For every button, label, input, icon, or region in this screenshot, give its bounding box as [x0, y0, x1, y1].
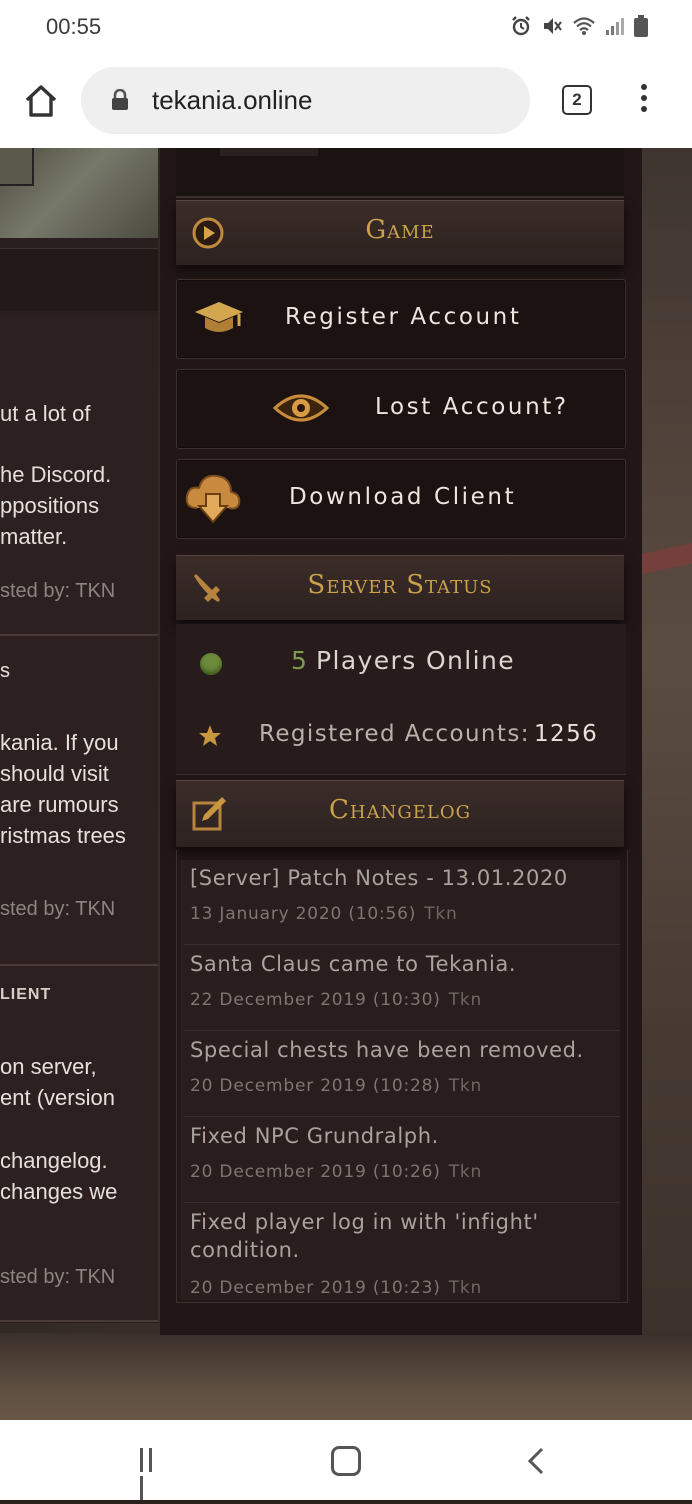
news-post-line: ristmas trees — [0, 823, 126, 848]
home-icon[interactable] — [22, 82, 60, 120]
url-text: tekania.online — [152, 85, 313, 115]
changelog-item-author: Tkn — [424, 904, 458, 924]
status-bar: 00:55 — [0, 0, 692, 58]
news-post-line: ut a lot of — [0, 401, 91, 426]
news-banner-image — [0, 148, 158, 238]
news-post-line: ent (version — [0, 1085, 115, 1110]
lost-account-label: Lost Account? — [375, 394, 569, 420]
online-status-dot — [200, 653, 222, 675]
changelog-item-meta: 22 December 2019 (10:30) Tkn — [190, 990, 482, 1010]
changelog-item-date: 20 December 2019 (10:23) — [190, 1278, 441, 1298]
lock-icon — [112, 89, 128, 110]
news-post-line: kania. If you — [0, 730, 119, 755]
eye-icon — [273, 394, 329, 422]
download-client-button[interactable]: Download Client — [176, 459, 626, 539]
news-post-line: changelog. — [0, 1148, 108, 1173]
star-icon — [199, 725, 221, 746]
sidebar: Game Register Account Lost Account? Down… — [160, 148, 642, 1335]
changelog-item[interactable]: Special chests have been removed. 20 Dec… — [184, 1032, 620, 1117]
registered-accounts-row: Registered Accounts: 1256 — [176, 698, 626, 775]
news-post-line: are rumours — [0, 792, 119, 817]
changelog-item[interactable]: Fixed NPC Grundralph. 20 December 2019 (… — [184, 1118, 620, 1203]
alarm-icon — [512, 16, 530, 36]
changelog-item-author: Tkn — [448, 1162, 483, 1182]
server-status-title: Server Status — [307, 570, 493, 600]
back-icon[interactable] — [526, 1446, 546, 1476]
changelog-item-title[interactable]: Fixed NPC Grundralph. — [190, 1122, 439, 1150]
changelog-item-date: 20 December 2019 (10:26) — [190, 1162, 441, 1182]
changelog-item-meta: 20 December 2019 (10:26) Tkn — [190, 1162, 482, 1182]
wifi-icon — [573, 17, 595, 35]
news-post: s kania. If you should visit are rumours… — [0, 636, 158, 966]
game-section-title: Game — [365, 215, 435, 245]
changelog-item-author: Tkn — [448, 1278, 483, 1298]
changelog-item-title[interactable]: Special chests have been removed. — [190, 1036, 584, 1064]
registered-accounts-count: 1256 — [534, 721, 599, 747]
lost-account-button[interactable]: Lost Account? — [176, 369, 626, 449]
changelog-title: Changelog — [329, 795, 471, 825]
news-post-line: on server, — [0, 1054, 97, 1079]
tabs-icon[interactable]: 2 — [562, 85, 592, 115]
changelog-item-author: Tkn — [448, 990, 483, 1010]
mute-icon — [544, 18, 562, 34]
server-status-header: Server Status — [176, 555, 624, 620]
changelog-item-meta: 20 December 2019 (10:23) Tkn — [190, 1278, 482, 1298]
news-post-byline: sted by: TKN — [0, 580, 116, 602]
background-ground — [0, 1333, 692, 1420]
news-post-title[interactable]: LIENT — [0, 986, 51, 1004]
changelog-item-title[interactable]: Santa Claus came to Tekania. — [190, 950, 516, 978]
changelog-item-date: 20 December 2019 (10:28) — [190, 1076, 441, 1096]
register-account-button[interactable]: Register Account — [176, 279, 626, 359]
status-icons — [510, 15, 648, 37]
news-post-line: he Discord. — [0, 462, 112, 487]
players-online-row: 5 Players Online — [176, 624, 626, 699]
changelog-item-title[interactable]: [Server] Patch Notes - 13.01.2020 — [190, 864, 568, 892]
news-post-title[interactable]: s — [0, 660, 10, 683]
changelog-list: [Server] Patch Notes - 13.01.2020 13 Jan… — [180, 860, 620, 1300]
changelog-item[interactable]: [Server] Patch Notes - 13.01.2020 13 Jan… — [184, 860, 620, 945]
background-art — [642, 148, 692, 1420]
signal-icon — [606, 18, 624, 35]
changelog-item-title[interactable]: Fixed player log in with 'infight' condi… — [190, 1208, 610, 1264]
battery-icon — [634, 15, 648, 37]
news-post-line: should visit — [0, 761, 109, 786]
browser-toolbar: tekania.online 2 — [0, 58, 692, 148]
web-page: ut a lot of he Discord. ppositions matte… — [0, 148, 692, 1420]
game-section-header: Game — [176, 200, 624, 265]
changelog-item-meta: 20 December 2019 (10:28) Tkn — [190, 1076, 482, 1096]
recent-apps-icon[interactable] — [140, 1448, 166, 1500]
cloud-download-icon — [185, 474, 241, 524]
changelog-item[interactable]: Santa Claus came to Tekania. 22 December… — [184, 946, 620, 1031]
url-bar[interactable]: tekania.online — [81, 67, 530, 134]
news-post: LIENT on server, ent (version changelog.… — [0, 966, 158, 1322]
changelog-item[interactable]: Fixed player log in with 'infight' condi… — [184, 1204, 620, 1300]
register-account-label: Register Account — [285, 304, 522, 330]
players-online-count: 5 — [291, 646, 309, 675]
news-header-bar — [0, 248, 158, 311]
news-post-byline: sted by: TKN — [0, 898, 116, 920]
news-column: ut a lot of he Discord. ppositions matte… — [0, 148, 158, 1323]
changelog-header: Changelog — [176, 780, 624, 847]
players-online-label: Players Online — [316, 646, 516, 675]
news-post-line: changes we — [0, 1179, 118, 1204]
registered-accounts-label: Registered Accounts: — [259, 721, 530, 747]
changelog-item-date: 22 December 2019 (10:30) — [190, 990, 441, 1010]
download-client-label: Download Client — [289, 484, 517, 510]
menu-icon[interactable] — [636, 84, 652, 118]
status-time: 00:55 — [46, 14, 102, 39]
home-button-icon[interactable] — [331, 1446, 361, 1476]
changelog-item-meta: 13 January 2020 (10:56) Tkn — [190, 904, 458, 924]
changelog-item-date: 13 January 2020 (10:56) — [190, 904, 417, 924]
news-post: ut a lot of he Discord. ppositions matte… — [0, 316, 158, 636]
news-post-byline: sted by: TKN — [0, 1266, 116, 1288]
news-post-line: matter. — [0, 524, 68, 549]
system-nav-bar — [0, 1420, 692, 1500]
sidebar-top-panel — [176, 148, 624, 198]
changelog-item-author: Tkn — [448, 1076, 483, 1096]
news-post-line: ppositions — [0, 493, 100, 518]
graduation-cap-icon — [195, 302, 243, 332]
